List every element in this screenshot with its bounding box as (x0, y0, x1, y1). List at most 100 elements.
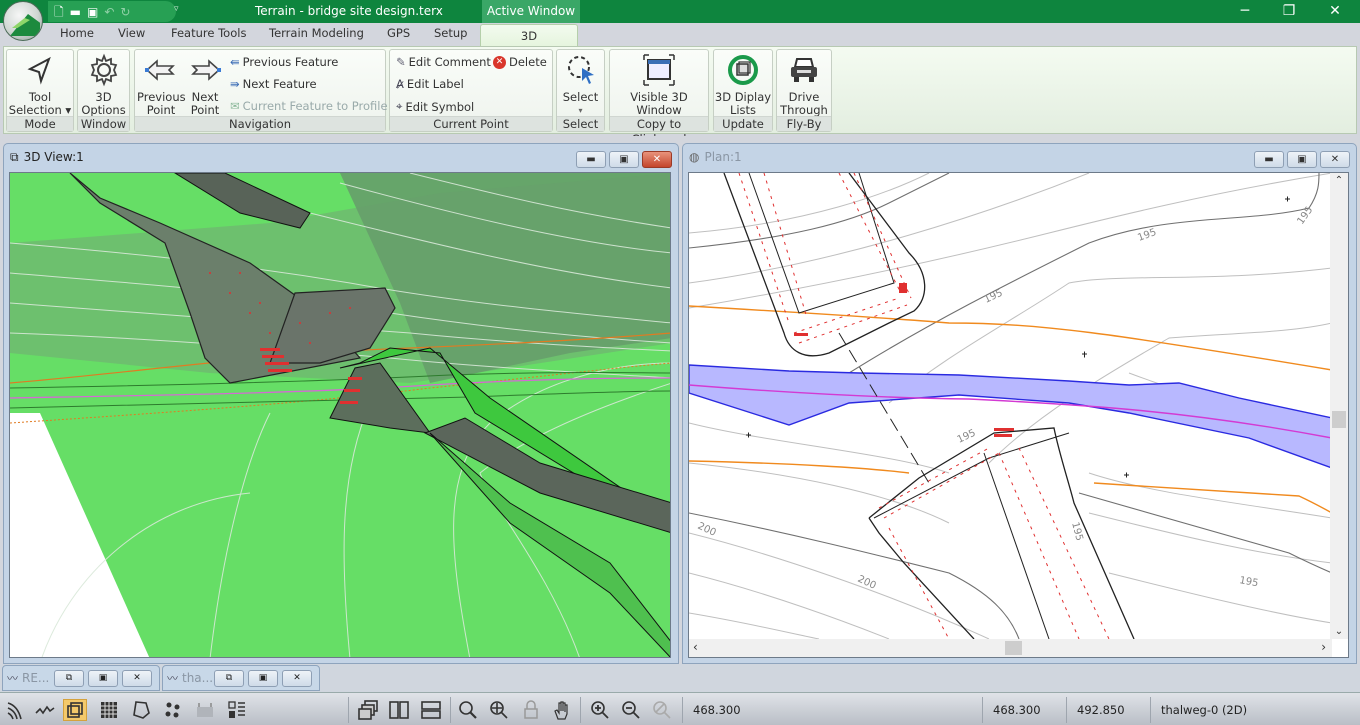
tool-selection-button[interactable]: Tool Selection ▾ (7, 53, 73, 117)
minimize-3d-view-button[interactable]: ▬ (576, 151, 606, 168)
minimize-plan-view-button[interactable]: ▬ (1254, 151, 1284, 168)
minimized-window-thalweg[interactable]: 〰 tha... ⧉ ▣ ✕ (162, 665, 320, 691)
close-button[interactable]: ✕ (1312, 0, 1358, 23)
current-feature-to-profile-button[interactable]: ✉ Current Feature to Profile (230, 99, 388, 113)
previous-feature-icon: ⇚ (230, 55, 240, 69)
plan-viewport[interactable]: 195 195 195 195 200 200 195 195 ⌃ ⌄ ‹ › (688, 172, 1349, 658)
refresh-cube-icon (728, 55, 758, 85)
minimized-window-re[interactable]: 〰 RE... ⧉ ▣ ✕ (2, 665, 160, 691)
3d-options-button[interactable]: 3D Options (78, 53, 129, 117)
next-feature-icon: ⇛ (230, 77, 240, 91)
separator (348, 697, 349, 723)
scroll-down-icon[interactable]: ⌄ (1330, 626, 1348, 637)
contours-icon[interactable] (4, 699, 28, 721)
restore-button[interactable]: ⧉ (54, 669, 84, 687)
capture-window-icon (643, 54, 675, 86)
zoom-previous-icon[interactable] (650, 699, 674, 721)
minimize-button[interactable]: ─ (1222, 0, 1268, 23)
group-label: Current Point (390, 116, 552, 131)
profile-wave-icon: 〰 (167, 672, 178, 685)
previous-point-button[interactable]: Previous Point (137, 53, 186, 117)
profile-line-icon[interactable] (33, 699, 57, 721)
maximize-3d-view-button[interactable]: ▣ (609, 151, 639, 168)
tab-3d[interactable]: 3D (480, 24, 578, 48)
visible-3d-window-button[interactable]: Visible 3D Window (610, 53, 708, 117)
pan-hand-icon[interactable] (550, 699, 574, 721)
3d-display-lists-button[interactable]: 3D Diplay Lists (714, 53, 772, 117)
edit-label-button[interactable]: A̷ Edit Label (396, 77, 464, 91)
plan-vertical-scrollbar[interactable]: ⌃ ⌄ (1330, 173, 1348, 639)
tab-gps[interactable]: GPS (387, 26, 410, 40)
tab-feature-tools[interactable]: Feature Tools (171, 26, 246, 40)
active-window-context-tab: Active Window (482, 0, 580, 23)
grid-icon[interactable] (97, 699, 121, 721)
car-icon (791, 58, 817, 82)
maximize-button[interactable]: ▣ (88, 669, 118, 687)
horizontal-scroll-thumb[interactable] (1005, 641, 1022, 655)
3d-view-window[interactable]: ⧉ 3D View:1 ▬ ▣ ✕ (3, 143, 679, 664)
undo-icon[interactable]: ↶ (104, 6, 114, 18)
legend-icon[interactable] (225, 699, 249, 721)
cube-icon: ⧉ (10, 149, 19, 164)
comment-pencil-icon: ✎ (396, 55, 406, 69)
group-label: Copy to Clipboard (610, 116, 708, 146)
scroll-left-icon[interactable]: ‹ (693, 640, 698, 654)
zoom-window-icon[interactable] (456, 699, 480, 721)
app-menu-button[interactable] (3, 1, 43, 41)
scroll-up-icon[interactable]: ⌃ (1330, 175, 1348, 186)
close-button[interactable]: ✕ (282, 669, 312, 687)
boundary-icon[interactable] (129, 699, 153, 721)
plan-horizontal-scrollbar[interactable]: ‹ › (689, 639, 1332, 657)
tab-setup[interactable]: Setup (434, 26, 467, 40)
group-select: Select ▾ Select (556, 49, 605, 132)
bridge-icon[interactable] (193, 699, 217, 721)
close-3d-view-button[interactable]: ✕ (642, 151, 672, 168)
restore-button[interactable]: ❐ (1266, 0, 1312, 23)
tile-horizontal-icon[interactable] (419, 699, 443, 721)
maximize-plan-view-button[interactable]: ▣ (1287, 151, 1317, 168)
redo-icon[interactable]: ↻ (120, 6, 130, 18)
vertical-scroll-thumb[interactable] (1332, 411, 1346, 428)
open-folder-icon[interactable]: ▬ (70, 6, 81, 18)
drive-through-button[interactable]: Drive Through (777, 53, 831, 117)
mdi-workspace: ⧉ 3D View:1 ▬ ▣ ✕ ◍ Plan:1 ▬ ▣ ✕ 195 195… (0, 136, 1360, 664)
next-feature-button[interactable]: ⇛ Next Feature (230, 77, 317, 91)
group-fly-by: Drive Through Fly-By (776, 49, 832, 132)
status-bar: 468.300 468.300 492.850 thalweg-0 (2D) (0, 692, 1360, 725)
lock-icon[interactable] (519, 699, 543, 721)
close-plan-view-button[interactable]: ✕ (1320, 151, 1350, 168)
maximize-button[interactable]: ▣ (248, 669, 278, 687)
close-button[interactable]: ✕ (122, 669, 152, 687)
save-icon[interactable]: ▣ (87, 6, 98, 18)
select-button[interactable]: Select ▾ (557, 53, 604, 117)
group-window: 3D Options Window (77, 49, 130, 132)
edit-comment-button[interactable]: ✎ Edit Comment (396, 55, 491, 69)
tab-view[interactable]: View (118, 26, 145, 40)
customize-qat-icon[interactable]: ▿ (174, 4, 179, 14)
tile-vertical-icon[interactable] (387, 699, 411, 721)
group-label: Fly-By (777, 116, 831, 131)
plan-view-window[interactable]: ◍ Plan:1 ▬ ▣ ✕ 195 195 195 195 200 200 1… (682, 143, 1357, 664)
zoom-in-icon[interactable] (588, 699, 612, 721)
edit-symbol-button[interactable]: ⌖ Edit Symbol (396, 99, 474, 114)
title-bar: 🗋 ▬ ▣ ↶ ↻ ▿ Terrain - bridge site design… (0, 0, 1360, 23)
group-label: Navigation (135, 116, 385, 131)
group-mode: Tool Selection ▾ Mode (6, 49, 74, 132)
3d-cube-icon[interactable] (63, 699, 87, 721)
delete-button[interactable]: ✕ Delete (493, 55, 547, 69)
zoom-out-icon[interactable] (619, 699, 643, 721)
new-file-icon[interactable]: 🗋 (54, 6, 64, 18)
tab-terrain-modeling[interactable]: Terrain Modeling (269, 26, 364, 40)
points-icon[interactable] (161, 699, 185, 721)
separator (580, 697, 581, 723)
next-point-button[interactable]: Next Point (185, 53, 225, 117)
status-value-1: 468.300 (693, 703, 741, 717)
3d-viewport[interactable] (9, 172, 671, 658)
status-value-3: 492.850 (1077, 703, 1125, 717)
cascade-windows-icon[interactable] (356, 699, 380, 721)
scroll-right-icon[interactable]: › (1321, 640, 1326, 654)
zoom-extents-icon[interactable] (487, 699, 511, 721)
restore-button[interactable]: ⧉ (214, 669, 244, 687)
previous-feature-button[interactable]: ⇚ Previous Feature (230, 55, 338, 69)
tab-home[interactable]: Home (60, 26, 94, 40)
